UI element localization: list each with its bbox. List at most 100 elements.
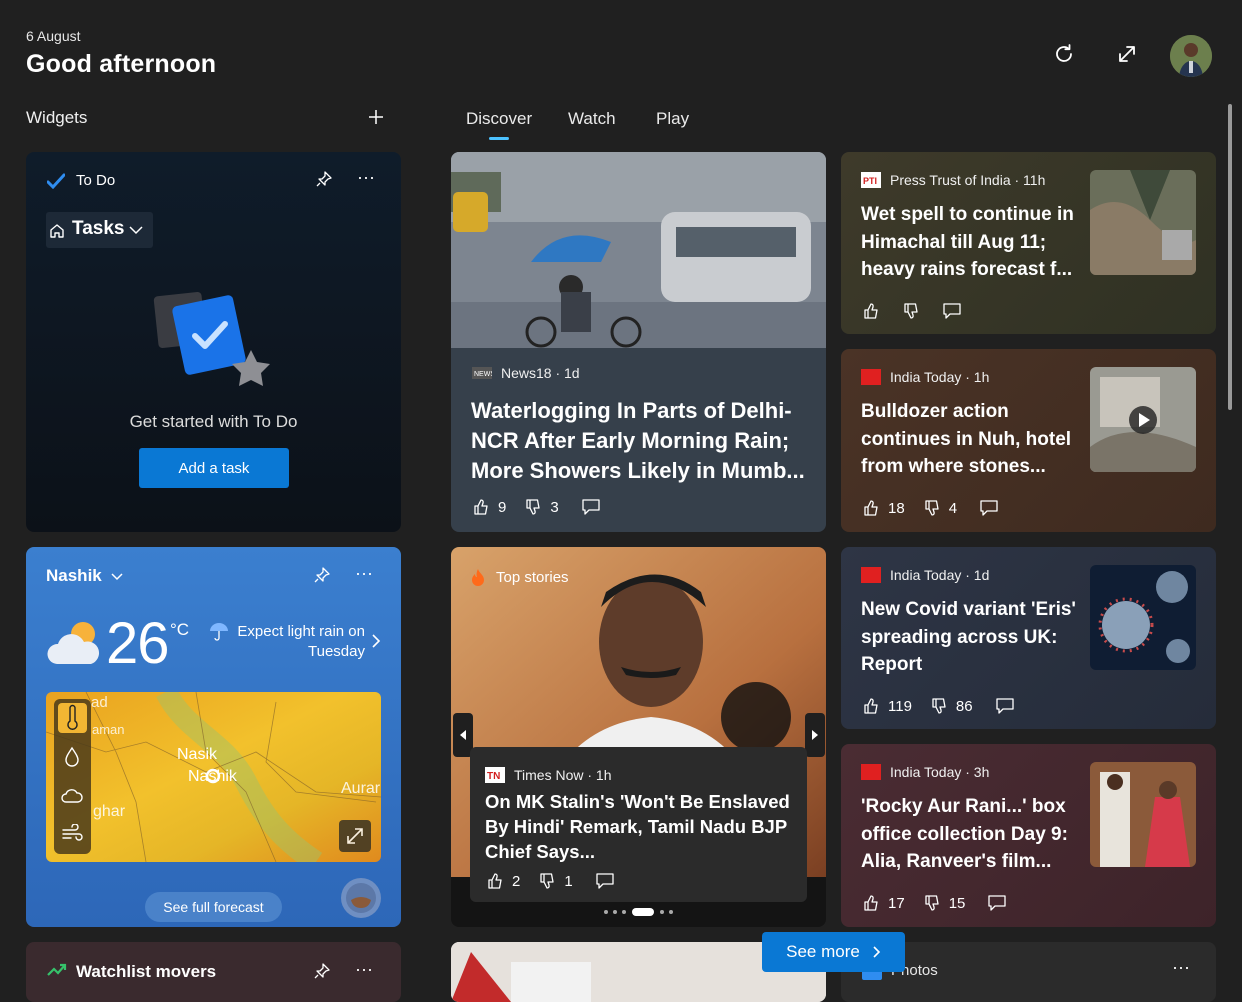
comment-icon[interactable] — [581, 498, 601, 516]
map-expand-button[interactable] — [339, 820, 371, 852]
trending-up-icon — [47, 963, 67, 976]
chevron-right-icon — [873, 946, 880, 958]
add-task-button[interactable]: Add a task — [139, 448, 289, 488]
thumbs-up-icon[interactable] — [862, 499, 880, 517]
like-count: 2 — [512, 872, 521, 890]
svg-text:NEWS: NEWS — [474, 371, 492, 378]
pti-logo-icon: PTI — [861, 172, 881, 188]
tasks-dropdown-label: Tasks — [72, 218, 125, 239]
chevron-down-icon — [129, 226, 143, 235]
weather-character-icon — [346, 883, 376, 913]
todo-pin-button[interactable] — [315, 170, 337, 192]
todo-more-button[interactable]: ··· — [355, 168, 377, 192]
add-widget-button[interactable] — [362, 103, 390, 131]
scrollbar-thumb[interactable] — [1228, 104, 1232, 410]
expand-icon — [347, 828, 363, 844]
tab-watch[interactable]: Watch — [568, 109, 616, 129]
photos-more-button[interactable]: ··· — [1170, 957, 1192, 982]
thumbs-up-icon[interactable] — [472, 498, 490, 516]
comment-icon[interactable] — [987, 894, 1007, 912]
comment-icon[interactable] — [995, 697, 1015, 715]
news-source-label: Times Now · 1h — [514, 767, 612, 783]
weather-more-button[interactable]: ··· — [353, 563, 375, 588]
dislike-count: 1 — [564, 872, 573, 890]
header-greeting: Good afternoon — [26, 50, 217, 78]
cloud-layer-icon[interactable] — [60, 785, 84, 805]
reactions-bar: 18 4 — [862, 499, 999, 517]
news-headline[interactable]: New Covid variant 'Eris' spreading acros… — [861, 596, 1081, 679]
like-count: 119 — [888, 697, 912, 715]
news-source-label: India Today · 1h — [890, 369, 990, 385]
comment-icon[interactable] — [595, 872, 615, 890]
todo-illustration — [153, 292, 270, 386]
fire-icon — [472, 569, 484, 586]
news-thumbnail-film — [1090, 762, 1196, 867]
see-more-label: See more — [786, 942, 860, 961]
india-today-logo-icon — [861, 369, 881, 385]
carousel-dots[interactable] — [602, 907, 676, 917]
todo-check-icon — [47, 173, 65, 189]
thumbs-up-icon[interactable] — [862, 697, 880, 715]
reactions-bar: 2 1 — [486, 872, 615, 890]
weather-pin-button[interactable] — [313, 566, 335, 588]
precipitation-layer-icon[interactable] — [63, 746, 81, 768]
widgets-label: Widgets — [26, 108, 88, 127]
thumbs-up-icon[interactable] — [486, 872, 504, 890]
thumbs-down-icon[interactable] — [930, 697, 948, 715]
news-thumbnail-virus — [1090, 565, 1196, 670]
news-source: NEWS News18 · 1d — [472, 365, 580, 381]
carousel-next-button[interactable] — [805, 713, 825, 757]
chevron-right-icon[interactable] — [371, 633, 381, 649]
expand-button[interactable] — [1108, 35, 1146, 73]
news-headline[interactable]: Wet spell to continue in Himachal till A… — [861, 201, 1076, 284]
thumbs-down-icon[interactable] — [538, 872, 556, 890]
news-headline[interactable]: Bulldozer action continues in Nuh, hotel… — [861, 398, 1076, 481]
watchlist-pin-button[interactable] — [313, 962, 335, 984]
news-source: India Today · 1d — [861, 567, 989, 583]
svg-text:TN: TN — [487, 771, 500, 782]
wind-layer-icon[interactable] — [61, 824, 83, 842]
weather-emoji-button[interactable] — [341, 878, 381, 918]
weather-city[interactable]: Nashik — [46, 566, 102, 586]
refresh-button[interactable] — [1045, 35, 1083, 73]
header-date: 6 August — [26, 28, 81, 44]
dislike-count: 86 — [955, 697, 973, 715]
more-icon: ··· — [355, 563, 373, 583]
todo-empty-message: Get started with To Do — [129, 412, 298, 431]
todo-title: To Do — [76, 172, 116, 189]
comment-icon[interactable] — [979, 499, 999, 517]
tasks-dropdown[interactable]: Tasks — [46, 212, 153, 248]
see-more-button[interactable]: See more — [762, 932, 905, 972]
comment-icon[interactable] — [942, 302, 962, 320]
news-headline[interactable]: 'Rocky Aur Rani...' box office collectio… — [861, 793, 1076, 876]
watchlist-more-button[interactable]: ··· — [353, 960, 375, 984]
thumbs-up-icon[interactable] — [862, 894, 880, 912]
watchlist-title: Watchlist movers — [76, 962, 217, 981]
see-full-forecast-button[interactable]: See full forecast — [145, 892, 282, 922]
thumbs-down-icon[interactable] — [902, 302, 920, 320]
map-label: ghar — [93, 803, 126, 820]
thumbs-up-icon[interactable] — [862, 302, 880, 320]
tab-discover[interactable]: Discover — [466, 109, 532, 129]
map-label: Aurar — [341, 780, 381, 797]
temperature-layer-button[interactable] — [58, 703, 87, 733]
chevron-down-icon[interactable] — [111, 572, 123, 581]
thermometer-icon — [67, 704, 78, 730]
news-source-label: Press Trust of India · 11h — [890, 172, 1046, 188]
more-icon: ··· — [1172, 957, 1190, 977]
pin-icon — [314, 963, 330, 979]
news-headline[interactable]: On MK Stalin's 'Won't Be Enslaved By Hin… — [485, 789, 795, 864]
tab-play[interactable]: Play — [656, 109, 689, 129]
like-count: 17 — [888, 894, 905, 912]
thumbs-down-icon[interactable] — [923, 499, 941, 517]
map-label: aman — [92, 722, 125, 737]
weather-temperature: 26 — [106, 611, 170, 676]
weather-unit: °C — [170, 620, 190, 639]
weather-forecast-text[interactable]: Expect light rain on Tuesday — [200, 622, 365, 662]
avatar[interactable] — [1170, 35, 1212, 77]
news-headline[interactable]: Waterlogging In Parts of Delhi-NCR After… — [471, 396, 806, 486]
partly-cloudy-icon — [47, 622, 100, 664]
thumbs-down-icon[interactable] — [923, 894, 941, 912]
home-icon — [50, 224, 64, 238]
thumbs-down-icon[interactable] — [524, 498, 542, 516]
